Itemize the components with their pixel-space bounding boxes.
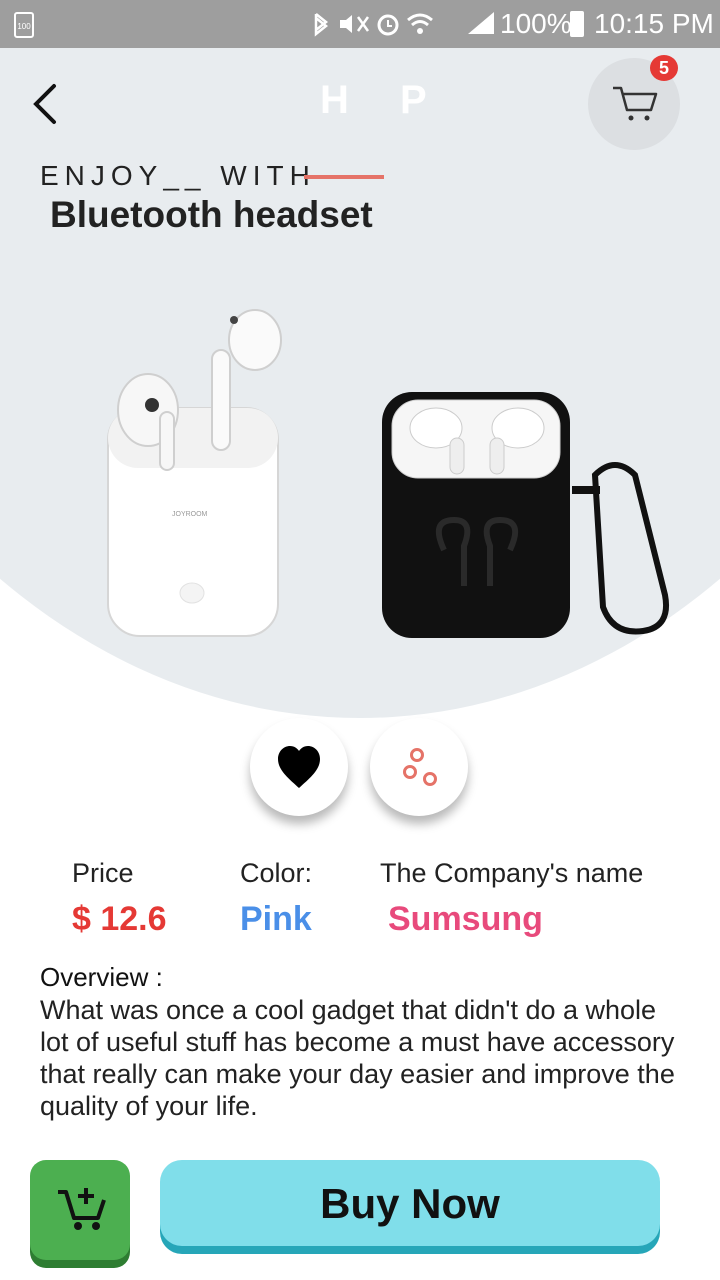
favorite-button[interactable]: [250, 718, 348, 816]
buy-now-button[interactable]: Buy Now: [160, 1160, 660, 1246]
product-title: Bluetooth headset: [50, 194, 373, 235]
status-bar: 100 100% 10:15 PM: [0, 0, 720, 48]
color-label: Color:: [240, 858, 313, 888]
overview-text: What was once a cool gadget that didn't …: [40, 995, 675, 1121]
add-to-cart-icon: [58, 1188, 106, 1230]
status-icons: [308, 8, 498, 47]
back-chevron-icon: [33, 84, 56, 124]
status-time: 10:15 PM: [594, 8, 714, 39]
notification-icon: 100: [14, 12, 34, 38]
system-status-icons: [314, 12, 494, 37]
color-value: Pink: [240, 900, 312, 938]
cart-count-badge: 5: [650, 55, 678, 81]
battery-percentage: 100%: [500, 8, 572, 39]
back-button[interactable]: [28, 82, 68, 126]
price-label: Price: [72, 858, 134, 888]
brand-title: H P: [320, 78, 447, 122]
battery-icon: [570, 11, 584, 37]
share-icon: [403, 748, 437, 786]
add-to-cart-button[interactable]: [30, 1160, 130, 1260]
earbuds-illustration: JOYROOM: [107, 309, 669, 638]
share-button[interactable]: [370, 718, 468, 816]
product-image: JOYROOM: [100, 300, 680, 650]
price-value: $ 12.6: [72, 900, 167, 938]
tagline: ENJOY__ WITH: [40, 160, 316, 191]
company-value: Sumsung: [388, 900, 543, 938]
company-label: The Company's name: [380, 858, 644, 888]
tagline-accent-line: [304, 175, 384, 179]
case-brand-text: JOYROOM: [172, 511, 208, 518]
heart-icon: [278, 746, 320, 788]
overview-title: Overview :: [40, 962, 163, 992]
